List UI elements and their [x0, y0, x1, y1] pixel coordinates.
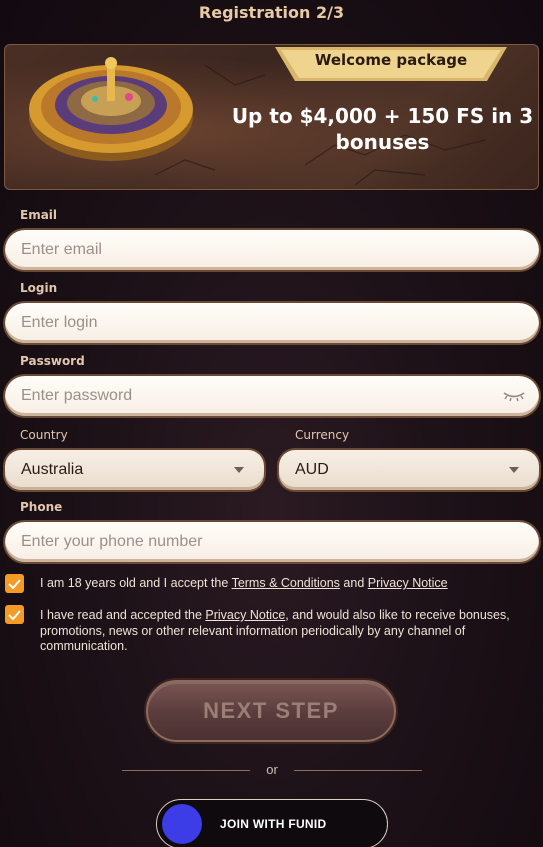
country-value: Australia [21, 461, 84, 478]
phone-label: Phone [20, 500, 63, 514]
login-label: Login [20, 281, 58, 295]
caret-down-icon [234, 467, 244, 473]
password-placeholder: Enter password [21, 387, 133, 404]
email-label: Email [20, 208, 58, 222]
divider-left [122, 770, 250, 771]
bonus-offer-text: Up to $4,000 + 150 FS in 3 bonuses [230, 103, 535, 155]
divider-right [294, 770, 422, 771]
phone-field[interactable]: Enter your phone number [5, 522, 539, 562]
login-placeholder: Enter login [21, 314, 98, 331]
or-separator: or [266, 762, 278, 777]
checkmark-icon [8, 578, 21, 589]
password-label: Password [20, 354, 85, 368]
welcome-banner: Welcome package Up to $4,000 + 150 FS in… [4, 44, 539, 190]
page-title: Registration 2/3 [198, 3, 345, 22]
age-consent-text: I am 18 years old and I accept the Terms… [40, 576, 520, 592]
checkmark-icon [8, 609, 21, 620]
currency-value: AUD [295, 461, 329, 478]
age-consent-and: and [339, 576, 368, 590]
marketing-consent-prefix: I have read and accepted the [40, 608, 206, 622]
email-placeholder: Enter email [21, 241, 102, 258]
welcome-package-label: Welcome package [314, 51, 468, 69]
email-field[interactable]: Enter email [5, 230, 539, 270]
caret-down-icon [509, 467, 519, 473]
privacy-notice-link[interactable]: Privacy Notice [205, 608, 285, 622]
login-field[interactable]: Enter login [5, 303, 539, 343]
roulette-wheel-icon [29, 57, 193, 161]
terms-link[interactable]: Terms & Conditions [232, 576, 340, 590]
phone-placeholder: Enter your phone number [21, 533, 203, 550]
marketing-consent-text: I have read and accepted the Privacy Not… [40, 608, 520, 655]
next-step-button[interactable]: NEXT STEP [146, 680, 396, 742]
currency-select[interactable]: AUD [279, 450, 539, 490]
country-label: Country [20, 428, 68, 442]
marketing-consent-checkbox[interactable] [5, 605, 24, 624]
funid-logo-icon [162, 804, 202, 844]
bonus-offer-line2: bonuses [335, 130, 430, 154]
bonus-offer-line1: Up to $4,000 + 150 FS in 3 [231, 104, 534, 128]
currency-label: Currency [295, 428, 350, 442]
age-consent-checkbox[interactable] [5, 574, 24, 593]
join-with-funid-button[interactable]: JOIN WITH FUNID [156, 799, 388, 847]
privacy-notice-link[interactable]: Privacy Notice [368, 576, 448, 590]
password-field[interactable]: Enter password [5, 376, 539, 416]
funid-button-label: JOIN WITH FUNID [220, 817, 327, 831]
eye-closed-icon[interactable] [503, 390, 525, 402]
country-select[interactable]: Australia [5, 450, 264, 490]
age-consent-prefix: I am 18 years old and I accept the [40, 576, 232, 590]
